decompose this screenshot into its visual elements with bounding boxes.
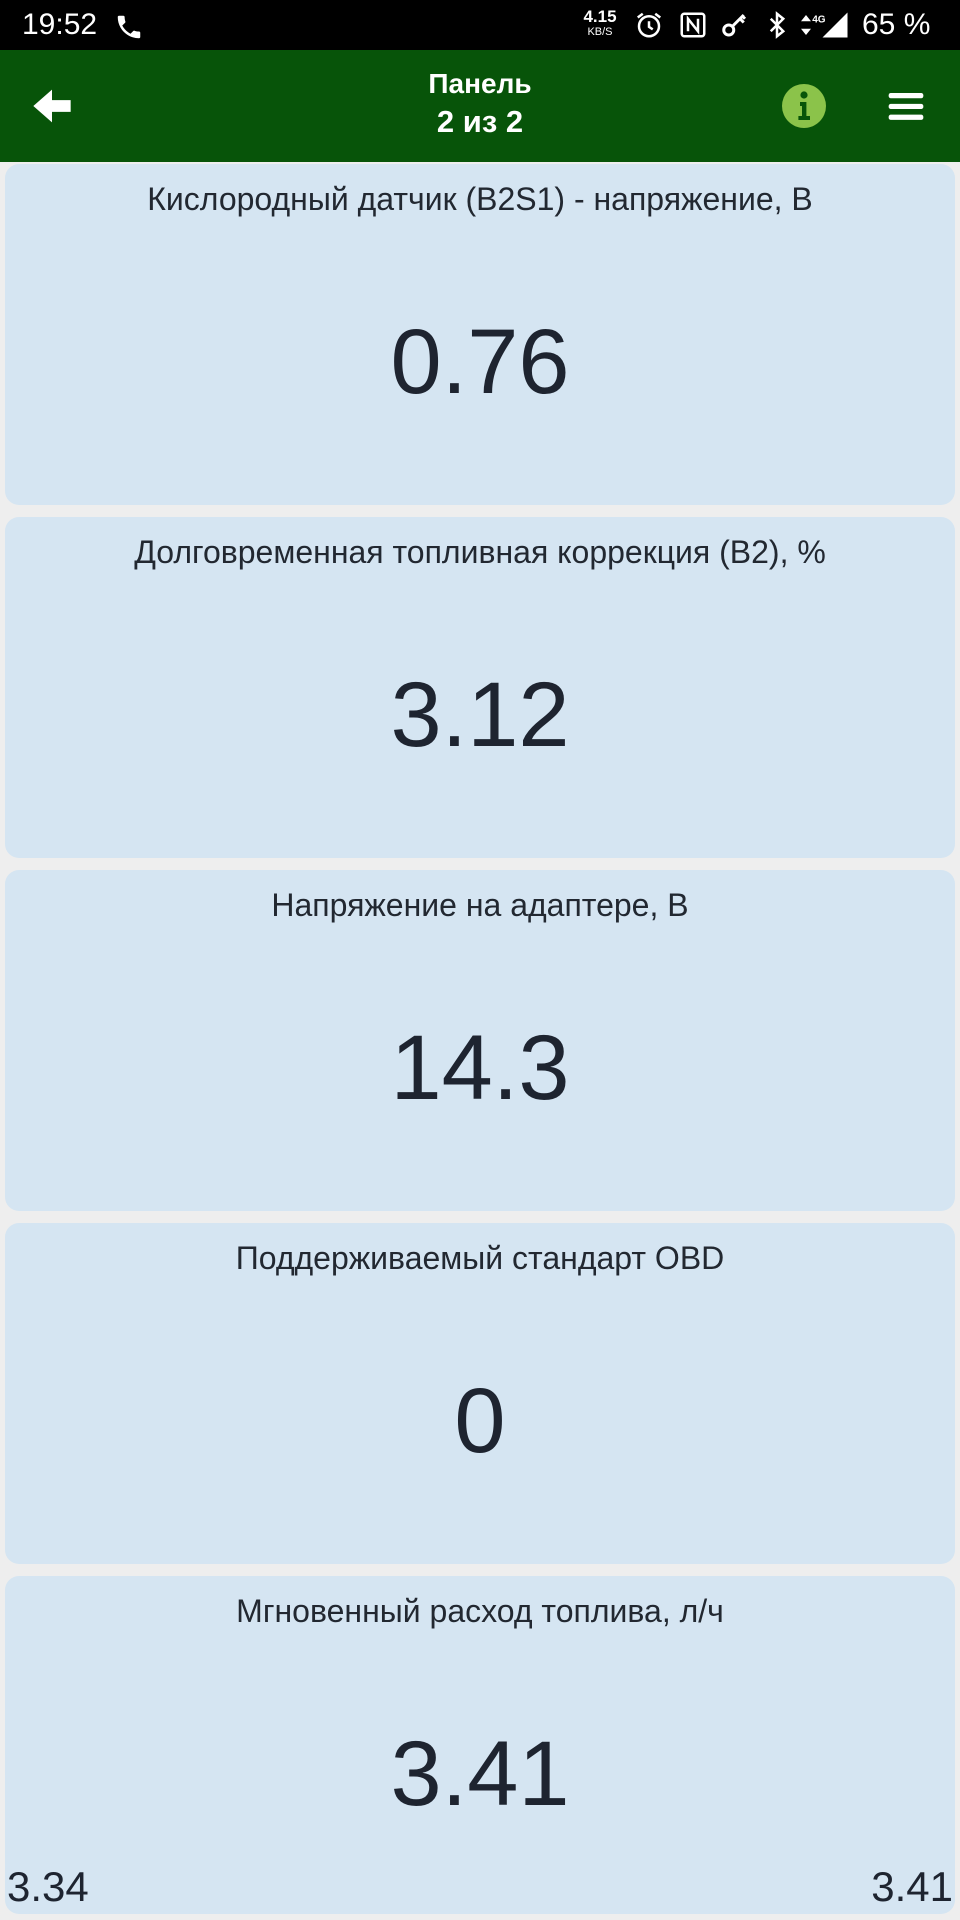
gauge-card-adapter-voltage[interactable]: Напряжение на адаптере, В 14.3 (5, 870, 955, 1211)
gauge-label: Напряжение на адаптере, В (271, 887, 689, 923)
gauge-card-obd-standard[interactable]: Поддерживаемый стандарт OBD 0 (5, 1223, 955, 1564)
nfc-icon (680, 12, 706, 38)
gauge-value: 3.12 (390, 664, 570, 766)
battery-percent: 65 % (862, 8, 931, 41)
key-icon (722, 13, 747, 37)
signal-icon (822, 12, 848, 38)
gauge-value: 14.3 (390, 1017, 570, 1119)
status-time: 19:52 (22, 8, 98, 41)
app-title: Панель 2 из 2 (330, 66, 630, 142)
phone-icon (117, 15, 141, 39)
status-bar: 19:52 4.15 KB/S 4G 65 % (0, 0, 960, 50)
alarm-icon (637, 12, 661, 38)
page-title: Панель (428, 68, 532, 99)
gauge-max-value: 3.41 (871, 1863, 953, 1910)
network-speed-value: 4.15 (583, 7, 617, 26)
gauge-card-fuel-consumption[interactable]: Мгновенный расход топлива, л/ч 3.41 3.34… (5, 1576, 955, 1914)
gauge-min-value: 3.34 (7, 1863, 89, 1910)
bluetooth-icon (769, 11, 786, 39)
page-counter: 2 из 2 (436, 104, 524, 139)
menu-icon[interactable] (880, 80, 932, 132)
gauge-value: 0.76 (390, 311, 570, 413)
gauge-label: Поддерживаемый стандарт OBD (235, 1240, 725, 1276)
network-speed: 4.15 KB/S (578, 7, 622, 39)
back-arrow-icon[interactable] (24, 78, 80, 134)
info-icon[interactable] (780, 82, 828, 130)
gauge-label: Мгновенный расход топлива, л/ч (236, 1593, 724, 1629)
gauge-value: 0 (454, 1370, 506, 1472)
gauge-card-fuel-trim[interactable]: Долговременная топливная коррекция (B2),… (5, 517, 955, 858)
network-speed-unit: KB/S (587, 26, 613, 38)
gauge-card-oxygen-sensor[interactable]: Кислородный датчик (B2S1) - напряжение, … (5, 164, 955, 505)
gauge-label: Долговременная топливная коррекция (B2),… (134, 534, 826, 570)
app-bar: Панель 2 из 2 (0, 50, 960, 162)
gauge-value: 3.41 (390, 1723, 570, 1825)
gauge-label: Кислородный датчик (B2S1) - напряжение, … (147, 181, 813, 217)
